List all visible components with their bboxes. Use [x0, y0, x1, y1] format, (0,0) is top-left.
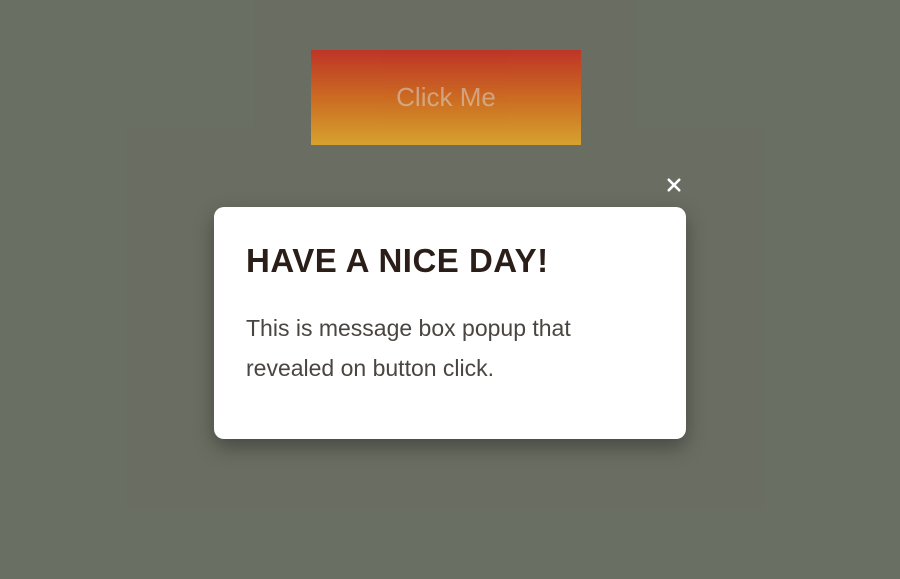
modal-text: This is message box popup that revealed … [246, 308, 654, 389]
close-button[interactable] [656, 170, 691, 205]
modal-title: HAVE A NICE DAY! [246, 242, 654, 280]
modal-dialog: HAVE A NICE DAY! This is message box pop… [214, 207, 686, 439]
close-icon [665, 176, 683, 199]
modal-wrapper: HAVE A NICE DAY! This is message box pop… [214, 175, 686, 439]
